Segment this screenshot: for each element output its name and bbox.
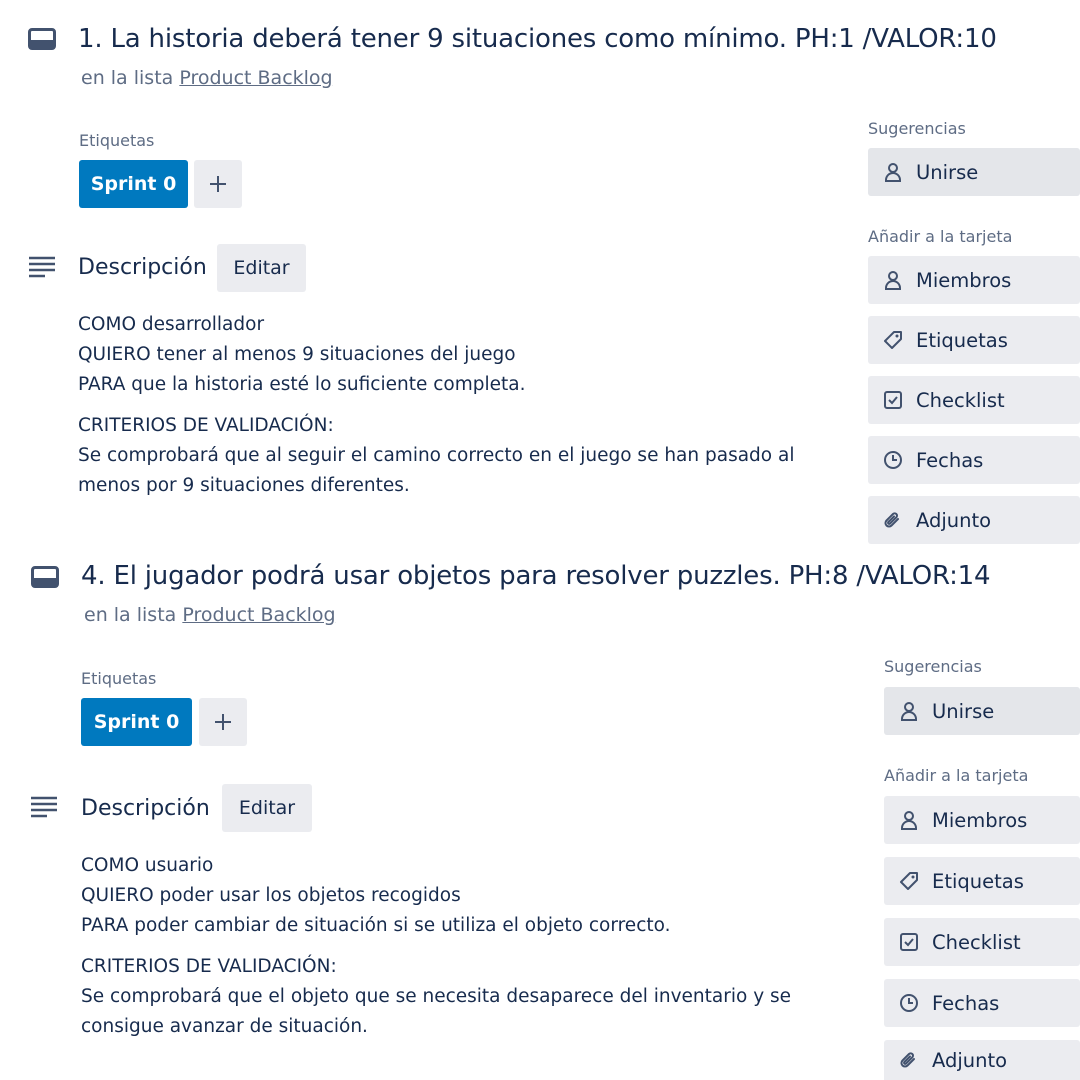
description-line: COMO desarrollador	[78, 314, 265, 335]
criteria-header: CRITERIOS DE VALIDACIÓN:	[78, 415, 334, 436]
attachment-button[interactable]: Adjunto	[884, 1040, 1080, 1080]
checklist-label: Checklist	[916, 388, 1005, 412]
plus-icon	[210, 176, 226, 192]
labels-label: Etiquetas	[916, 328, 1008, 352]
paperclip-icon	[882, 509, 904, 531]
description-body: COMO usuario QUIERO poder usar los objet…	[81, 851, 841, 1042]
checklist-label: Checklist	[932, 930, 1021, 954]
person-icon	[882, 161, 904, 183]
join-button[interactable]: Unirse	[884, 687, 1080, 735]
criteria-line: consigue avanzar de situación.	[81, 1016, 368, 1037]
edit-description-button[interactable]: Editar	[217, 244, 306, 292]
labels-header: Etiquetas	[79, 131, 155, 150]
members-button[interactable]: Miembros	[884, 796, 1080, 844]
person-icon	[882, 269, 904, 291]
attachment-label: Adjunto	[932, 1048, 1008, 1072]
labels-header: Etiquetas	[81, 669, 157, 688]
tag-icon	[882, 329, 904, 351]
attachment-button[interactable]: Adjunto	[868, 496, 1080, 544]
dates-button[interactable]: Fechas	[868, 436, 1080, 484]
description-body: COMO desarrollador QUIERO tener al menos…	[78, 310, 838, 501]
description-line: PARA poder cambiar de situación si se ut…	[81, 915, 671, 936]
checkbox-icon	[882, 389, 904, 411]
dates-label: Fechas	[916, 448, 984, 472]
criteria-header: CRITERIOS DE VALIDACIÓN:	[81, 956, 337, 977]
description-header: Descripción	[81, 796, 210, 821]
plus-icon	[215, 714, 231, 730]
clock-icon	[882, 449, 904, 471]
person-icon	[898, 809, 920, 831]
label-sprint-0[interactable]: Sprint 0	[81, 698, 192, 746]
labels-button[interactable]: Etiquetas	[868, 316, 1080, 364]
card-title[interactable]: 1. La historia deberá tener 9 situacione…	[78, 24, 997, 54]
label-sprint-0[interactable]: Sprint 0	[79, 160, 188, 208]
list-link[interactable]: Product Backlog	[179, 67, 332, 89]
clock-icon	[898, 992, 920, 1014]
paperclip-icon	[898, 1049, 920, 1071]
labels-button[interactable]: Etiquetas	[884, 857, 1080, 905]
description-lines-icon	[31, 796, 57, 818]
card-title[interactable]: 4. El jugador podrá usar objetos para re…	[81, 561, 991, 591]
in-list-text: en la lista Product Backlog	[84, 604, 336, 626]
add-label-button[interactable]	[194, 160, 242, 208]
join-label: Unirse	[916, 160, 979, 184]
card-icon	[28, 28, 56, 50]
suggestions-header: Sugerencias	[884, 657, 982, 676]
tag-icon	[898, 870, 920, 892]
description-line: QUIERO poder usar los objetos recogidos	[81, 885, 461, 906]
criteria-line: Se comprobará que el objeto que se neces…	[81, 986, 792, 1007]
description-line: COMO usuario	[81, 855, 214, 876]
edit-description-button[interactable]: Editar	[222, 784, 312, 832]
join-label: Unirse	[932, 699, 995, 723]
add-label-button[interactable]	[199, 698, 247, 746]
criteria-line: Se comprobará que al seguir el camino co…	[78, 445, 795, 466]
add-to-card-header: Añadir a la tarjeta	[868, 227, 1013, 246]
dates-label: Fechas	[932, 991, 1000, 1015]
description-line: PARA que la historia esté lo suficiente …	[78, 374, 526, 395]
card-icon	[31, 566, 59, 588]
in-list-prefix: en la lista	[81, 67, 174, 89]
members-label: Miembros	[932, 808, 1028, 832]
join-button[interactable]: Unirse	[868, 148, 1080, 196]
description-lines-icon	[29, 256, 55, 278]
checklist-button[interactable]: Checklist	[884, 918, 1080, 966]
in-list-text: en la lista Product Backlog	[81, 67, 333, 89]
criteria-line: menos por 9 situaciones diferentes.	[78, 475, 410, 496]
suggestions-header: Sugerencias	[868, 119, 966, 138]
checklist-button[interactable]: Checklist	[868, 376, 1080, 424]
dates-button[interactable]: Fechas	[884, 979, 1080, 1027]
checkbox-icon	[898, 931, 920, 953]
description-line: QUIERO tener al menos 9 situaciones del …	[78, 344, 516, 365]
members-button[interactable]: Miembros	[868, 256, 1080, 304]
labels-label: Etiquetas	[932, 869, 1024, 893]
attachment-label: Adjunto	[916, 508, 992, 532]
list-link[interactable]: Product Backlog	[182, 604, 335, 626]
description-header: Descripción	[78, 255, 207, 280]
add-to-card-header: Añadir a la tarjeta	[884, 766, 1029, 785]
person-icon	[898, 700, 920, 722]
members-label: Miembros	[916, 268, 1012, 292]
in-list-prefix: en la lista	[84, 604, 177, 626]
